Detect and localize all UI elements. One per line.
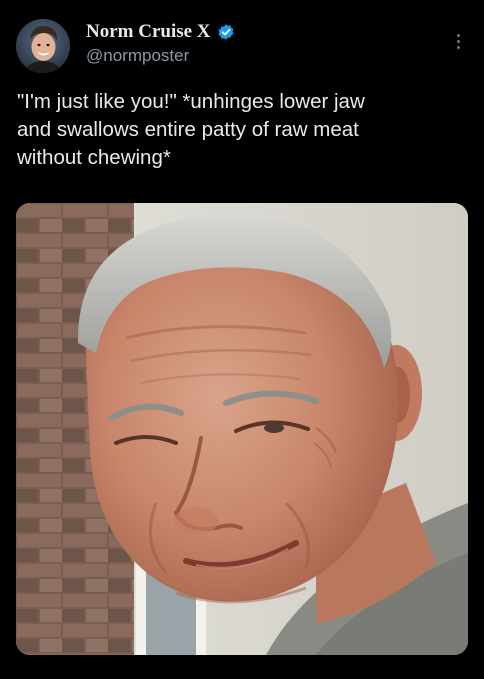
tweet-text-line: without chewing* xyxy=(17,146,171,169)
tweet-card: Norm Cruise X @normposter "I'm just like… xyxy=(0,0,484,679)
dot-icon xyxy=(456,33,460,37)
avatar-photo xyxy=(16,19,70,73)
dot-icon xyxy=(456,39,460,43)
tweet-text: "I'm just like you!" *unhinges lower jaw… xyxy=(17,88,467,172)
author-display-name[interactable]: Norm Cruise X xyxy=(86,21,211,43)
dot-icon xyxy=(456,45,460,49)
avatar[interactable] xyxy=(16,19,70,73)
tweet-text-line: and swallows entire patty of raw meat xyxy=(17,118,359,141)
author-handle[interactable]: @normposter xyxy=(86,46,189,66)
tweet-media-photo[interactable] xyxy=(16,203,468,655)
photo-of-smiling-man xyxy=(16,203,468,655)
author-name-row[interactable]: Norm Cruise X xyxy=(86,21,235,43)
more-options-icon[interactable] xyxy=(448,28,468,54)
tweet-text-line: "I'm just like you!" *unhinges lower jaw xyxy=(17,90,365,113)
verified-badge-icon xyxy=(218,24,234,40)
